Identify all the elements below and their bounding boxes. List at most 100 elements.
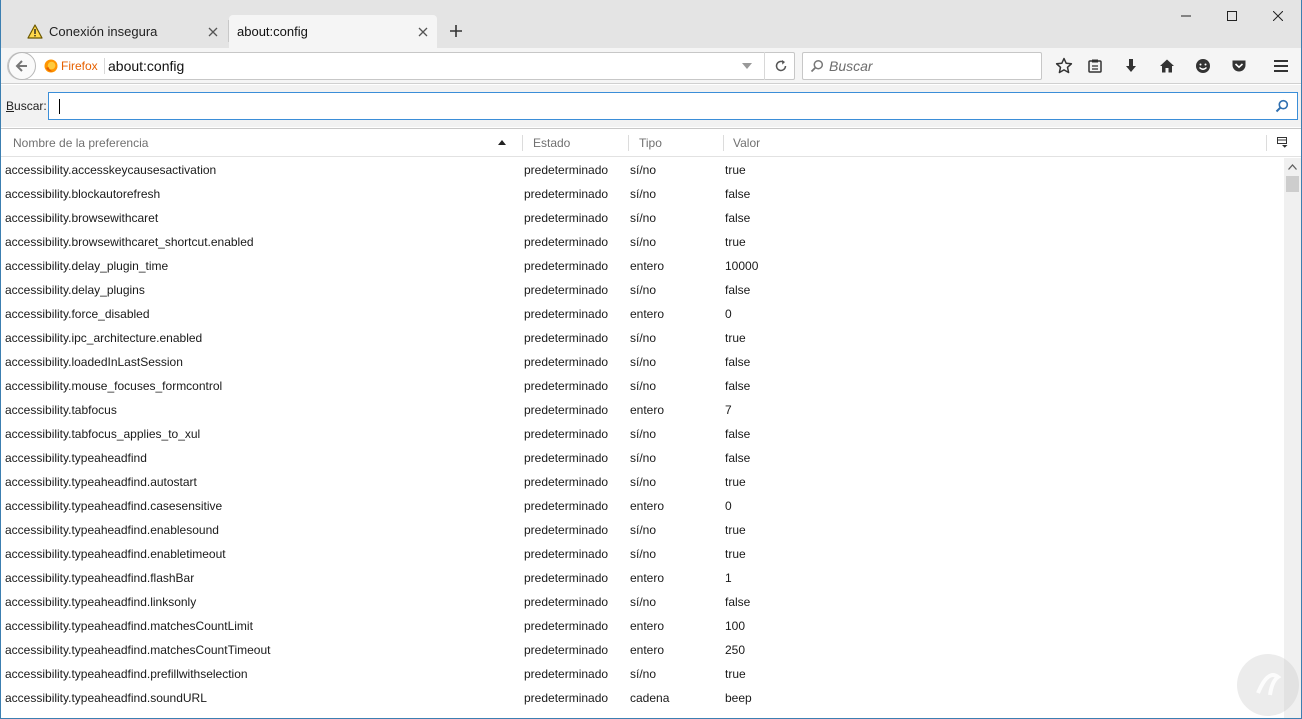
tree-header: Nombre de la preferencia Estado Tipo Val… bbox=[1, 129, 1301, 157]
pref-type-cell: sí/no bbox=[630, 523, 657, 537]
pref-type-cell: entero bbox=[630, 571, 665, 585]
url-bar[interactable]: Firefox about:config bbox=[7, 52, 795, 80]
pref-name-cell: accessibility.typeaheadfind.flashBar bbox=[5, 571, 195, 585]
config-search-input[interactable] bbox=[55, 97, 1255, 115]
pref-state-cell: predeterminado bbox=[524, 547, 609, 561]
pref-value-cell: 0 bbox=[725, 499, 732, 513]
table-row[interactable]: accessibility.typeaheadfind predeterminad… bbox=[1, 446, 1284, 470]
minimize-button[interactable] bbox=[1163, 0, 1209, 32]
pref-state-cell: predeterminado bbox=[524, 163, 609, 177]
pref-value-cell: true bbox=[725, 235, 746, 249]
table-row[interactable]: accessibility.delay_plugins predeterminad… bbox=[1, 278, 1284, 302]
pref-value-cell: 0 bbox=[725, 307, 732, 321]
pocket-button[interactable] bbox=[1226, 54, 1252, 78]
table-row[interactable]: accessibility.typeaheadfind.soundURL pred… bbox=[1, 686, 1284, 710]
pref-state-cell: predeterminado bbox=[524, 523, 609, 537]
star-icon bbox=[1055, 57, 1073, 74]
pref-type-cell: sí/no bbox=[630, 211, 657, 225]
table-row[interactable]: accessibility.force_disabled predetermina… bbox=[1, 302, 1284, 326]
pref-name-cell: accessibility.accesskeycausesactivation bbox=[5, 163, 217, 177]
close-icon[interactable] bbox=[199, 20, 227, 44]
pref-state-cell: predeterminado bbox=[524, 259, 609, 273]
pref-state-cell: predeterminado bbox=[524, 235, 609, 249]
hello-button[interactable] bbox=[1190, 54, 1216, 78]
pref-value-cell: false bbox=[725, 379, 751, 393]
bookmarks-menu-button[interactable] bbox=[1082, 54, 1108, 78]
search-bar[interactable] bbox=[802, 52, 1042, 80]
scroll-up-button[interactable] bbox=[1284, 158, 1301, 175]
window-controls bbox=[1163, 0, 1301, 32]
table-row[interactable]: accessibility.delay_plugin_time predeterm… bbox=[1, 254, 1284, 278]
home-button[interactable] bbox=[1154, 54, 1180, 78]
table-row[interactable]: accessibility.typeaheadfind.matchesCount… bbox=[1, 638, 1284, 662]
pref-state-cell: predeterminado bbox=[524, 211, 609, 225]
table-row[interactable]: accessibility.mouse_focuses_formcontrol p… bbox=[1, 374, 1284, 398]
table-row[interactable]: accessibility.typeaheadfind.autostart pre… bbox=[1, 470, 1284, 494]
pref-type-cell: entero bbox=[630, 619, 665, 633]
table-row[interactable]: accessibility.accesskeycausesactivation p… bbox=[1, 158, 1284, 182]
config-search-label: Buscar: bbox=[6, 99, 47, 113]
table-row[interactable]: accessibility.tabfocus predeterminado ente… bbox=[1, 398, 1284, 422]
preferences-tree: Nombre de la preferencia Estado Tipo Val… bbox=[1, 128, 1301, 718]
close-icon bbox=[1273, 11, 1283, 21]
tab-about-config[interactable]: about:config bbox=[229, 15, 437, 48]
pref-state-cell: predeterminado bbox=[524, 571, 609, 585]
table-row[interactable]: accessibility.tabfocus_applies_to_xul pre… bbox=[1, 422, 1284, 446]
pref-state-cell: predeterminado bbox=[524, 643, 609, 657]
table-row[interactable]: accessibility.typeaheadfind.casesensitiv… bbox=[1, 494, 1284, 518]
table-row[interactable]: accessibility.typeaheadfind.enablesound p… bbox=[1, 518, 1284, 542]
reload-button[interactable] bbox=[764, 52, 796, 80]
pref-value-cell: false bbox=[725, 355, 751, 369]
table-row[interactable]: accessibility.blockautorefresh predetermi… bbox=[1, 182, 1284, 206]
tab-label: about:config bbox=[237, 24, 308, 39]
site-identity[interactable]: Firefox bbox=[44, 58, 105, 74]
pref-name-cell: accessibility.typeaheadfind.soundURL bbox=[5, 691, 207, 705]
table-row[interactable]: accessibility.typeaheadfind.linksonly pre… bbox=[1, 590, 1284, 614]
pref-name-cell: accessibility.force_disabled bbox=[5, 307, 150, 321]
column-header-value[interactable]: Valor bbox=[721, 129, 1265, 157]
table-row[interactable]: accessibility.typeaheadfind.matchesCount… bbox=[1, 614, 1284, 638]
identity-label: Firefox bbox=[61, 59, 98, 73]
window-close-button[interactable] bbox=[1255, 0, 1301, 32]
back-button[interactable] bbox=[8, 52, 36, 80]
table-row[interactable]: accessibility.ipc_architecture.enabled pr… bbox=[1, 326, 1284, 350]
pref-value-cell: false bbox=[725, 595, 751, 609]
pref-value-cell: 1 bbox=[725, 571, 732, 585]
table-row[interactable]: accessibility.typeaheadfind.prefillwiths… bbox=[1, 662, 1284, 686]
downloads-button[interactable] bbox=[1118, 54, 1144, 78]
menu-button[interactable] bbox=[1268, 54, 1294, 78]
search-icon bbox=[1275, 99, 1289, 116]
vertical-scrollbar[interactable] bbox=[1284, 158, 1301, 718]
column-header-name[interactable]: Nombre de la preferencia bbox=[1, 129, 521, 157]
pref-name-cell: accessibility.typeaheadfind.enablesound bbox=[5, 523, 219, 537]
pref-value-cell: false bbox=[725, 211, 751, 225]
column-separator bbox=[1266, 135, 1267, 151]
bookmark-star-button[interactable] bbox=[1051, 54, 1077, 78]
pref-state-cell: predeterminado bbox=[524, 379, 609, 393]
column-header-state[interactable]: Estado bbox=[521, 129, 627, 157]
pref-type-cell: sí/no bbox=[630, 547, 657, 561]
pref-name-cell: accessibility.blockautorefresh bbox=[5, 187, 161, 201]
config-search-field[interactable] bbox=[48, 92, 1298, 120]
close-icon[interactable] bbox=[409, 20, 437, 44]
tab-insecure-connection[interactable]: Conexión insegura bbox=[17, 15, 227, 48]
pref-state-cell: predeterminado bbox=[524, 403, 609, 417]
pref-state-cell: predeterminado bbox=[524, 595, 609, 609]
table-row[interactable]: accessibility.browsewithcaret predetermin… bbox=[1, 206, 1284, 230]
scrollbar-thumb[interactable] bbox=[1286, 176, 1299, 192]
pref-type-cell: cadena bbox=[630, 691, 670, 705]
table-row[interactable]: accessibility.browsewithcaret_shortcut.e… bbox=[1, 230, 1284, 254]
pref-value-cell: true bbox=[725, 523, 746, 537]
history-dropdown-button[interactable] bbox=[740, 59, 754, 73]
table-row[interactable]: accessibility.loadedInLastSession predete… bbox=[1, 350, 1284, 374]
column-header-type[interactable]: Tipo bbox=[627, 129, 723, 157]
url-text[interactable]: about:config bbox=[108, 58, 184, 74]
table-row[interactable]: accessibility.typeaheadfind.enabletimeou… bbox=[1, 542, 1284, 566]
pref-value-cell: true bbox=[725, 163, 746, 177]
search-input[interactable] bbox=[829, 57, 1034, 75]
pref-state-cell: predeterminado bbox=[524, 499, 609, 513]
column-picker-icon[interactable] bbox=[1277, 137, 1288, 151]
maximize-button[interactable] bbox=[1209, 0, 1255, 32]
table-row[interactable]: accessibility.typeaheadfind.flashBar pred… bbox=[1, 566, 1284, 590]
new-tab-button[interactable] bbox=[443, 18, 469, 44]
